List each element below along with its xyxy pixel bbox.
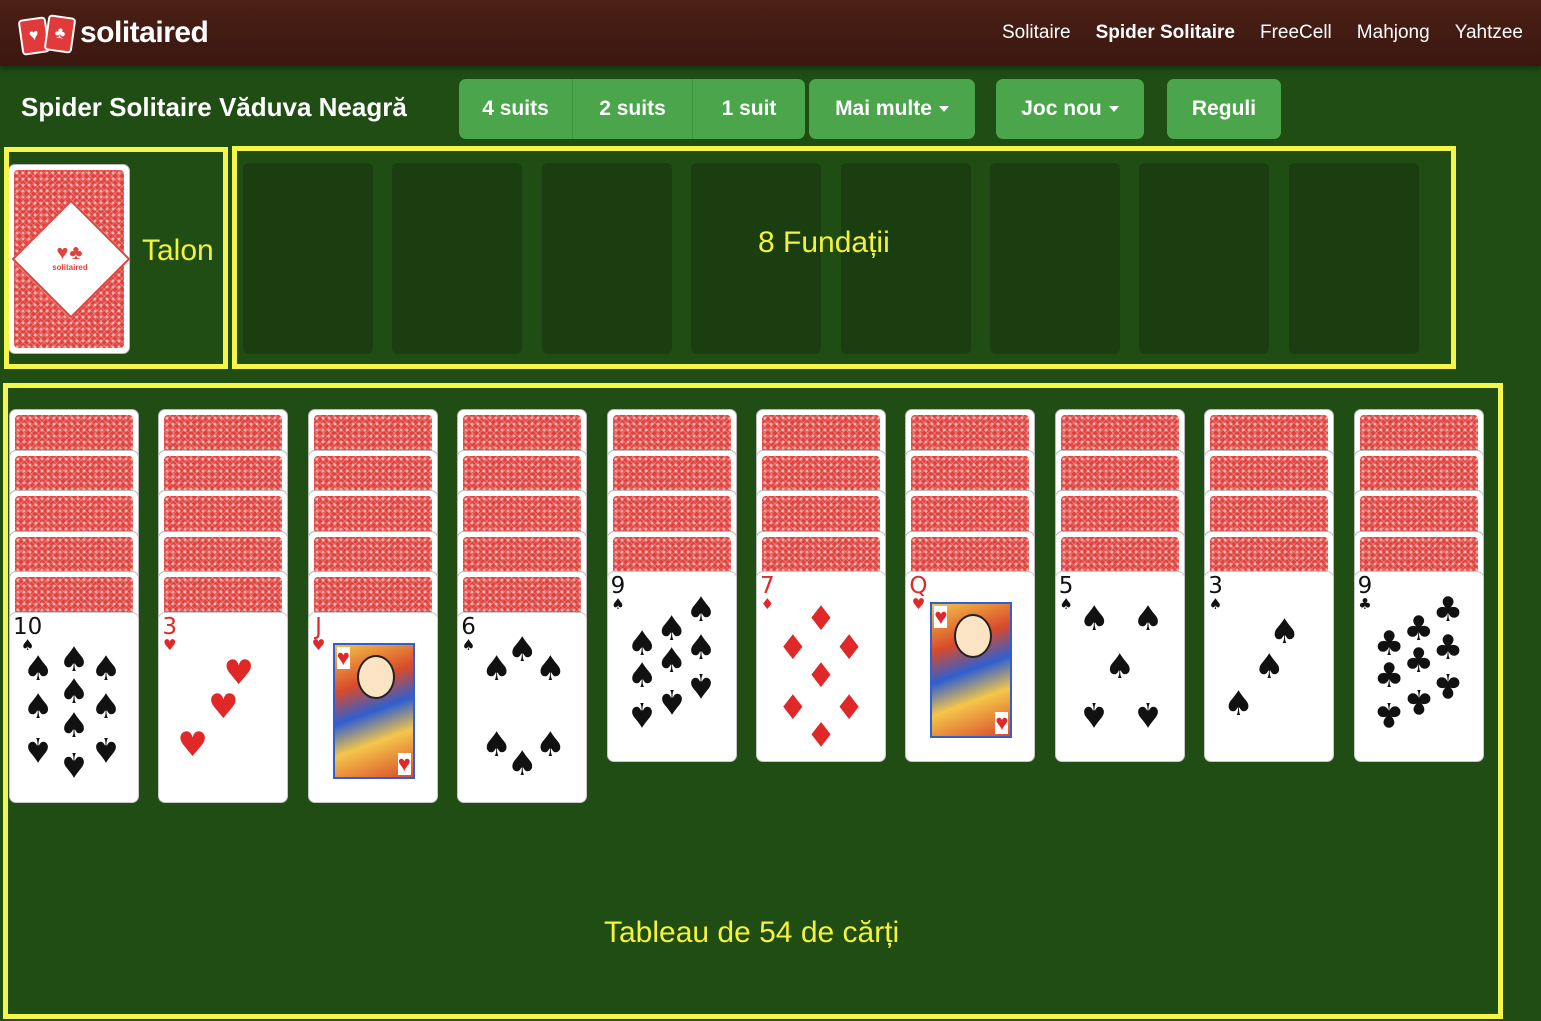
more-dropdown-button[interactable]: Mai multe	[809, 79, 975, 139]
nav-link-mahjong[interactable]: Mahjong	[1357, 22, 1430, 44]
new-game-button-label: Joc nou	[1021, 97, 1102, 120]
rules-button[interactable]: Reguli	[1167, 79, 1281, 139]
logo-text: solitaired	[80, 16, 209, 49]
site-logo[interactable]: ♥ ♣ solitaired	[17, 14, 209, 56]
four-suits-button[interactable]: 4 suits	[459, 79, 573, 139]
talon-label: Talon	[142, 234, 214, 267]
nav-link-spider-solitaire[interactable]: Spider Solitaire	[1096, 22, 1235, 44]
nav-link-freecell[interactable]: FreeCell	[1260, 22, 1332, 44]
caret-down-icon	[1108, 106, 1119, 112]
top-navbar: ♥ ♣ solitaired Solitaire Spider Solitair…	[0, 0, 1541, 66]
more-button-label: Mai multe	[835, 97, 932, 120]
suit-button-group: 4 suits 2 suits 1 suit	[459, 79, 805, 139]
page-title: Spider Solitaire Văduva Neagră	[21, 92, 407, 122]
nav-link-solitaire[interactable]: Solitaire	[1002, 22, 1071, 44]
caret-down-icon	[938, 106, 949, 112]
tableau-label: Tableau de 54 de cărți	[604, 916, 900, 949]
one-suit-button[interactable]: 1 suit	[693, 79, 805, 139]
foundations-label: 8 Fundații	[758, 226, 890, 259]
new-game-dropdown-button[interactable]: Joc nou	[996, 79, 1144, 139]
two-suits-button[interactable]: 2 suits	[573, 79, 693, 139]
logo-cards-icon: ♥ ♣	[17, 14, 77, 56]
nav-links: Solitaire Spider Solitaire FreeCell Mahj…	[1002, 22, 1523, 44]
nav-link-yahtzee[interactable]: Yahtzee	[1455, 22, 1523, 44]
